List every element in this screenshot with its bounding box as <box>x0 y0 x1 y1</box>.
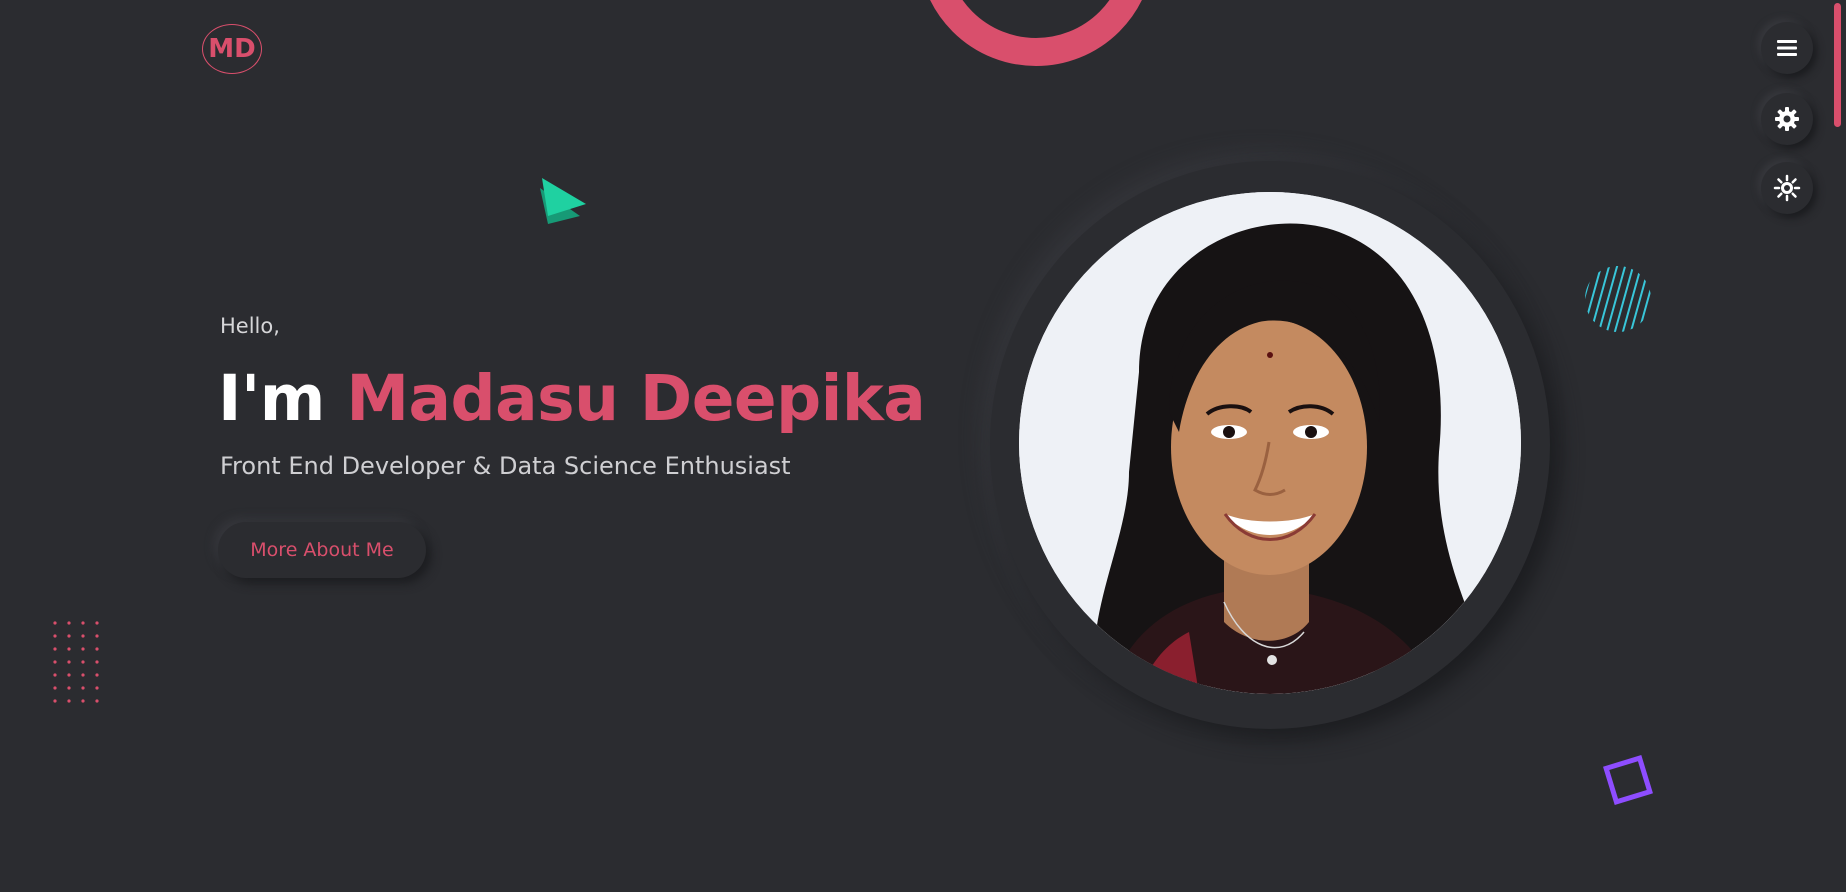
theme-toggle-button[interactable] <box>1761 162 1813 214</box>
decorative-striped-circle <box>1585 266 1651 332</box>
more-about-me-button[interactable]: More About Me <box>218 522 426 578</box>
decorative-dot-grid <box>53 621 99 703</box>
hero-name: Madasu Deepika <box>346 362 926 435</box>
hero-tagline: Front End Developer & Data Science Enthu… <box>220 452 791 480</box>
decorative-square <box>1603 755 1653 805</box>
profile-photo <box>1019 192 1521 694</box>
gear-icon <box>1775 107 1799 131</box>
decorative-ring <box>918 0 1154 66</box>
menu-button[interactable] <box>1761 22 1813 74</box>
decorative-triangle <box>540 178 586 224</box>
hero-headline: I'm Madasu Deepika <box>218 362 926 435</box>
logo[interactable]: MD <box>202 24 262 74</box>
menu-icon <box>1777 40 1797 56</box>
portfolio-page: MD Hello, I'm Madasu Deepika Front End D… <box>0 0 1846 892</box>
settings-button[interactable] <box>1761 93 1813 145</box>
intro-prefix: I'm <box>218 362 325 435</box>
greeting-text: Hello, <box>220 314 280 338</box>
sun-icon <box>1773 174 1801 202</box>
scrollbar-thumb[interactable] <box>1834 3 1841 127</box>
